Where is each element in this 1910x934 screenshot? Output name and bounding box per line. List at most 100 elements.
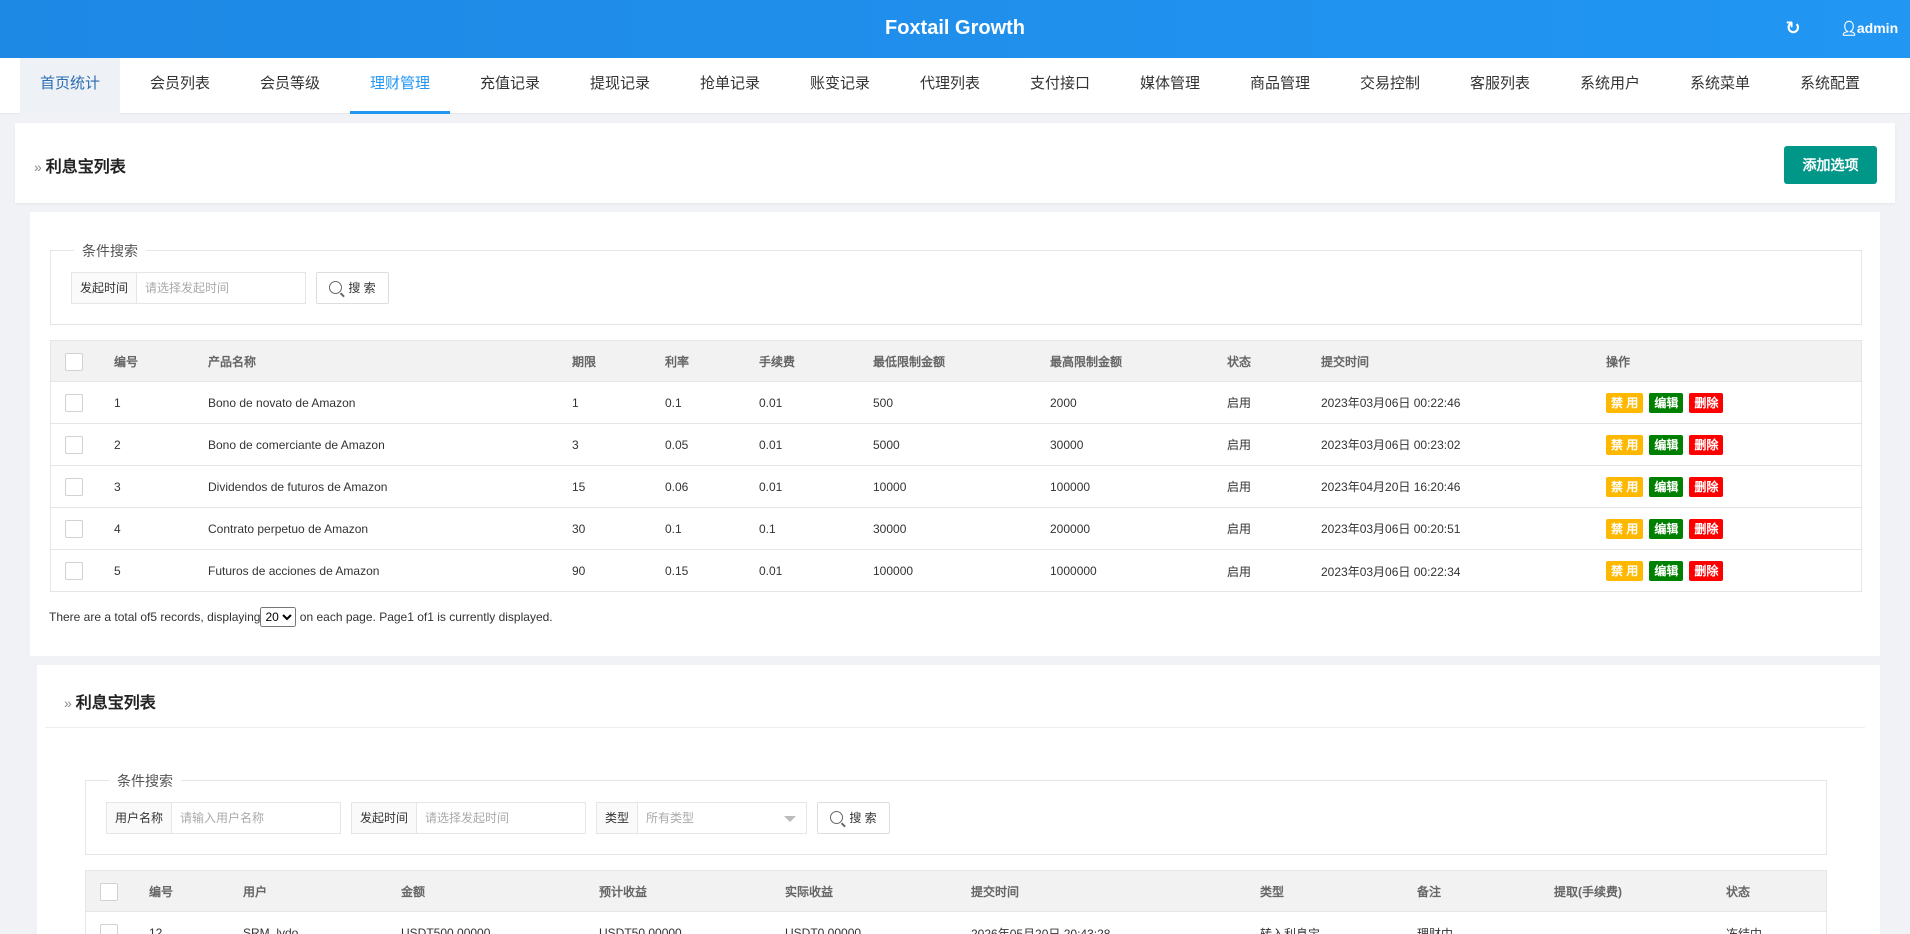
nav-item-system-config[interactable]: 系统配置 [1780,58,1880,114]
cell-note: 理财中 [1417,926,1454,934]
cell-id: 4 [114,521,121,536]
top-bar: Foxtail Growth ↻ 👤︎ admin [0,0,1910,58]
cell-time: 2023年04月20日 16:20:46 [1321,480,1461,494]
nav-item-dashboard[interactable]: 首页统计 [20,58,120,114]
col-status: 状态 [1726,884,1751,899]
table-row: 2 Bono de comerciante de Amazon 3 0.05 0… [51,424,1861,466]
app-title: Foxtail Growth [885,17,1025,39]
cell-actions: 禁 用 编辑 删除 [1606,466,1729,507]
row-checkbox[interactable] [65,478,83,496]
col-id: 编号 [149,884,174,899]
cell-term: 15 [572,479,586,494]
nav-item-agents[interactable]: 代理列表 [900,58,1000,114]
cell-rate: 0.06 [665,479,689,494]
nav-item-media[interactable]: 媒体管理 [1120,58,1220,114]
delete-button[interactable]: 删除 [1689,434,1724,455]
cell-fee: 0.01 [759,564,783,578]
user-menu[interactable]: 👤︎ admin [1840,20,1898,37]
nav-item-system-menu[interactable]: 系统菜单 [1670,58,1770,114]
cell-actual: USDT0.00000 [785,926,862,934]
add-option-button[interactable]: 添加选项 [1784,146,1877,184]
col-actions: 操作 [1606,354,1631,369]
cell-status: 启用 [1227,480,1252,494]
table-row: 4 Contrato perpetuo de Amazon 30 0.1 0.1… [51,508,1861,550]
search-legend-2: 条件搜索 [109,771,181,791]
cell-fee: 0.01 [759,437,783,452]
username-filter-input[interactable]: 请输入用户名称 [172,803,340,833]
search-icon [830,811,844,824]
cell-actions: 禁 用 编辑 删除 [1606,550,1729,592]
page-size-select[interactable]: 20 [260,607,297,627]
nav-item-products[interactable]: 商品管理 [1230,58,1330,114]
nav-item-balance-changes[interactable]: 账变记录 [790,58,890,114]
edit-button[interactable]: 编辑 [1649,434,1684,455]
cell-min: 10000 [873,479,907,494]
nav-item-finance[interactable]: 理财管理 [350,58,450,114]
cell-status: 启用 [1227,522,1252,536]
cell-status: 启用 [1227,396,1252,410]
nav-item-payment[interactable]: 支付接口 [1010,58,1110,114]
delete-button[interactable]: 删除 [1689,392,1724,413]
select-all-checkbox[interactable] [100,883,118,901]
search-button[interactable]: 搜 索 [316,272,389,304]
delete-button[interactable]: 删除 [1689,561,1724,581]
edit-button[interactable]: 编辑 [1649,518,1684,539]
disable-button[interactable]: 禁 用 [1606,561,1644,581]
row-checkbox[interactable] [65,520,83,538]
cell-min: 500 [873,395,894,410]
cell-max: 100000 [1050,479,1091,494]
nav-item-recharge[interactable]: 充值记录 [460,58,560,114]
row-checkbox[interactable] [65,436,83,454]
select-all-checkbox[interactable] [65,353,83,371]
col-expected: 预计收益 [599,884,648,899]
col-actual: 实际收益 [785,884,834,899]
username-filter: 用户名称 请输入用户名称 [106,802,341,834]
cell-id: 1 [114,395,121,410]
nav-item-members[interactable]: 会员列表 [130,58,230,114]
disable-button[interactable]: 禁 用 [1606,434,1644,455]
delete-button[interactable]: 删除 [1689,476,1724,497]
second-page-title: » 利息宝列表 [64,695,156,712]
cell-time: 2023年03月06日 00:20:51 [1321,522,1461,536]
delete-button[interactable]: 删除 [1689,518,1724,539]
time-filter-input-2[interactable]: 请选择发起时间 [417,803,585,833]
col-note: 备注 [1417,884,1442,899]
row-checkbox[interactable] [65,562,83,580]
time-filter-input[interactable]: 请选择发起时间 [137,273,305,303]
table-row: 5 Futuros de acciones de Amazon 90 0.15 … [51,550,1861,592]
main-nav: 首页统计 会员列表 会员等级 理财管理 充值记录 提现记录 抢单记录 账变记录 … [0,58,1910,114]
type-filter-select[interactable]: 所有类型 [638,803,806,833]
edit-button[interactable]: 编辑 [1649,476,1684,497]
cell-user: SRM_lydo [243,926,299,934]
cell-name: Dividendos de futuros de Amazon [208,479,388,494]
disable-button[interactable]: 禁 用 [1606,518,1644,539]
cell-actions: 禁 用 编辑 删除 [1606,424,1729,465]
search-button-2[interactable]: 搜 索 [817,802,890,834]
nav-item-system-users[interactable]: 系统用户 [1560,58,1660,114]
nav-item-withdraw[interactable]: 提现记录 [570,58,670,114]
cell-fee: 0.1 [759,521,776,536]
cell-fee: 0.01 [759,479,783,494]
nav-item-trade-control[interactable]: 交易控制 [1340,58,1440,114]
cell-rate: 0.15 [665,564,689,578]
row-checkbox[interactable] [100,924,118,934]
divider [45,727,1865,728]
cell-max: 1000000 [1050,564,1097,578]
disable-button[interactable]: 禁 用 [1606,476,1644,497]
chevron-down-icon [784,816,796,822]
chevron-right-icon: » [34,159,42,175]
cell-name: Bono de novato de Amazon [208,395,356,410]
time-filter-label-2: 发起时间 [352,803,418,833]
cell-time: 2023年03月06日 00:22:46 [1321,396,1461,410]
cell-expected: USDT50.00000 [599,926,682,934]
row-checkbox[interactable] [65,394,83,412]
edit-button[interactable]: 编辑 [1649,392,1684,413]
nav-item-member-levels[interactable]: 会员等级 [240,58,340,114]
cell-rate: 0.05 [665,437,689,452]
disable-button[interactable]: 禁 用 [1606,392,1644,413]
edit-button[interactable]: 编辑 [1649,561,1684,581]
nav-item-orders[interactable]: 抢单记录 [680,58,780,114]
nav-item-support[interactable]: 客服列表 [1450,58,1550,114]
refresh-icon[interactable]: ↻ [1783,18,1803,38]
col-fee: 手续费 [759,354,796,369]
